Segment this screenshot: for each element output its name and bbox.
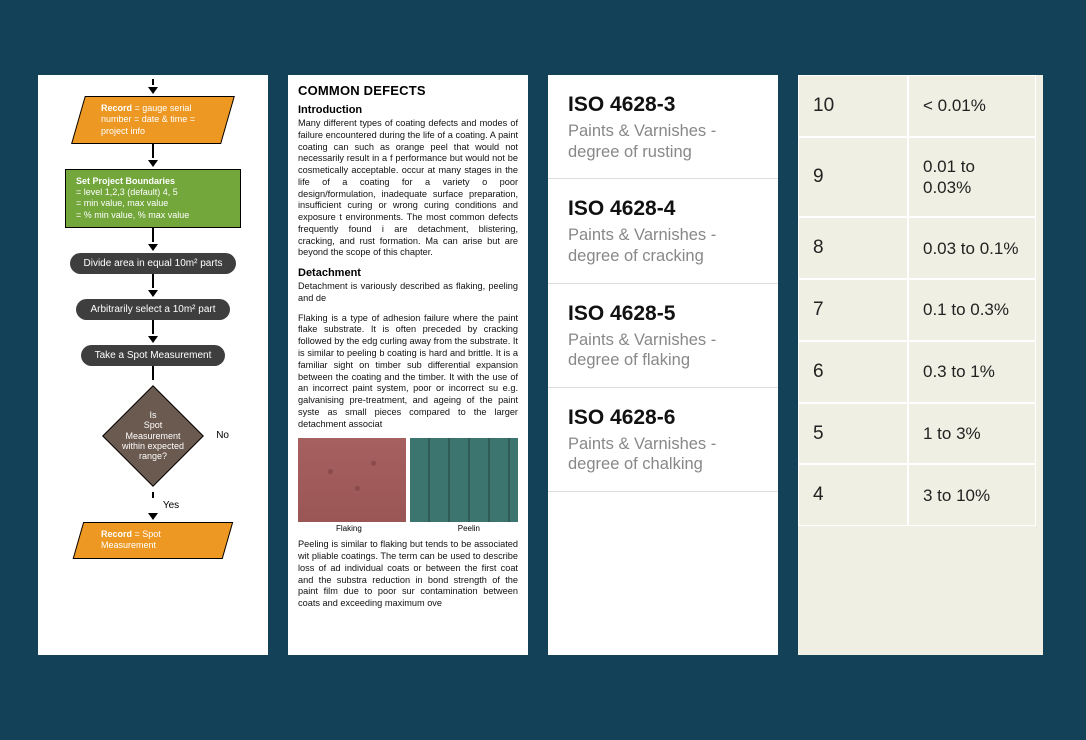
defects-title: COMMON DEFECTS xyxy=(298,83,518,98)
flowchart-panel: Record = gauge serial number = date & ti… xyxy=(38,75,268,655)
table-cell-rating: 10 xyxy=(798,75,908,137)
record-block: Record = gauge serial number = date & ti… xyxy=(71,96,235,144)
detachment-heading: Detachment xyxy=(298,267,518,279)
defects-panel: COMMON DEFECTS Introduction Many differe… xyxy=(288,75,528,655)
flaking-caption: Flaking xyxy=(336,524,362,533)
peeling-image xyxy=(410,438,518,522)
record-title: Record xyxy=(101,103,132,113)
iso-subtitle: Paints & Varnishes - degree of rusting xyxy=(568,121,758,162)
iso-title: ISO 4628-3 xyxy=(568,93,758,117)
peeling-caption: Peelin xyxy=(458,524,480,533)
decision-block: IsSpotMeasurementwithin expectedrange? N… xyxy=(103,386,203,486)
rating-table: 10 < 0.01% 9 0.01 to 0.03% 8 0.03 to 0.1… xyxy=(798,75,1043,526)
iso-item[interactable]: ISO 4628-6 Paints & Varnishes - degree o… xyxy=(548,388,778,492)
set-title: Set Project Boundaries xyxy=(76,176,230,187)
step-measure: Take a Spot Measurement xyxy=(81,345,226,366)
iso-item[interactable]: ISO 4628-4 Paints & Varnishes - degree o… xyxy=(548,179,778,283)
step-select: Arbitrarily select a 10m² part xyxy=(76,299,229,320)
branch-no: No xyxy=(216,430,229,441)
iso-list-panel: ISO 4628-3 Paints & Varnishes - degree o… xyxy=(548,75,778,655)
table-cell-value: < 0.01% xyxy=(908,75,1036,137)
flaking-image xyxy=(298,438,406,522)
iso-item[interactable]: ISO 4628-3 Paints & Varnishes - degree o… xyxy=(548,75,778,179)
record-block-2: Record = Spot Measurement xyxy=(73,522,233,559)
step-divide: Divide area in equal 10m² parts xyxy=(70,253,237,274)
intro-text: Many different types of coating defects … xyxy=(298,118,518,259)
branch-yes: Yes xyxy=(163,500,179,511)
rating-table-panel: 10 < 0.01% 9 0.01 to 0.03% 8 0.03 to 0.1… xyxy=(798,75,1043,655)
set-block: Set Project Boundaries = level 1,2,3 (de… xyxy=(65,169,241,228)
intro-heading: Introduction xyxy=(298,104,518,116)
iso-item[interactable]: ISO 4628-5 Paints & Varnishes - degree o… xyxy=(548,284,778,388)
